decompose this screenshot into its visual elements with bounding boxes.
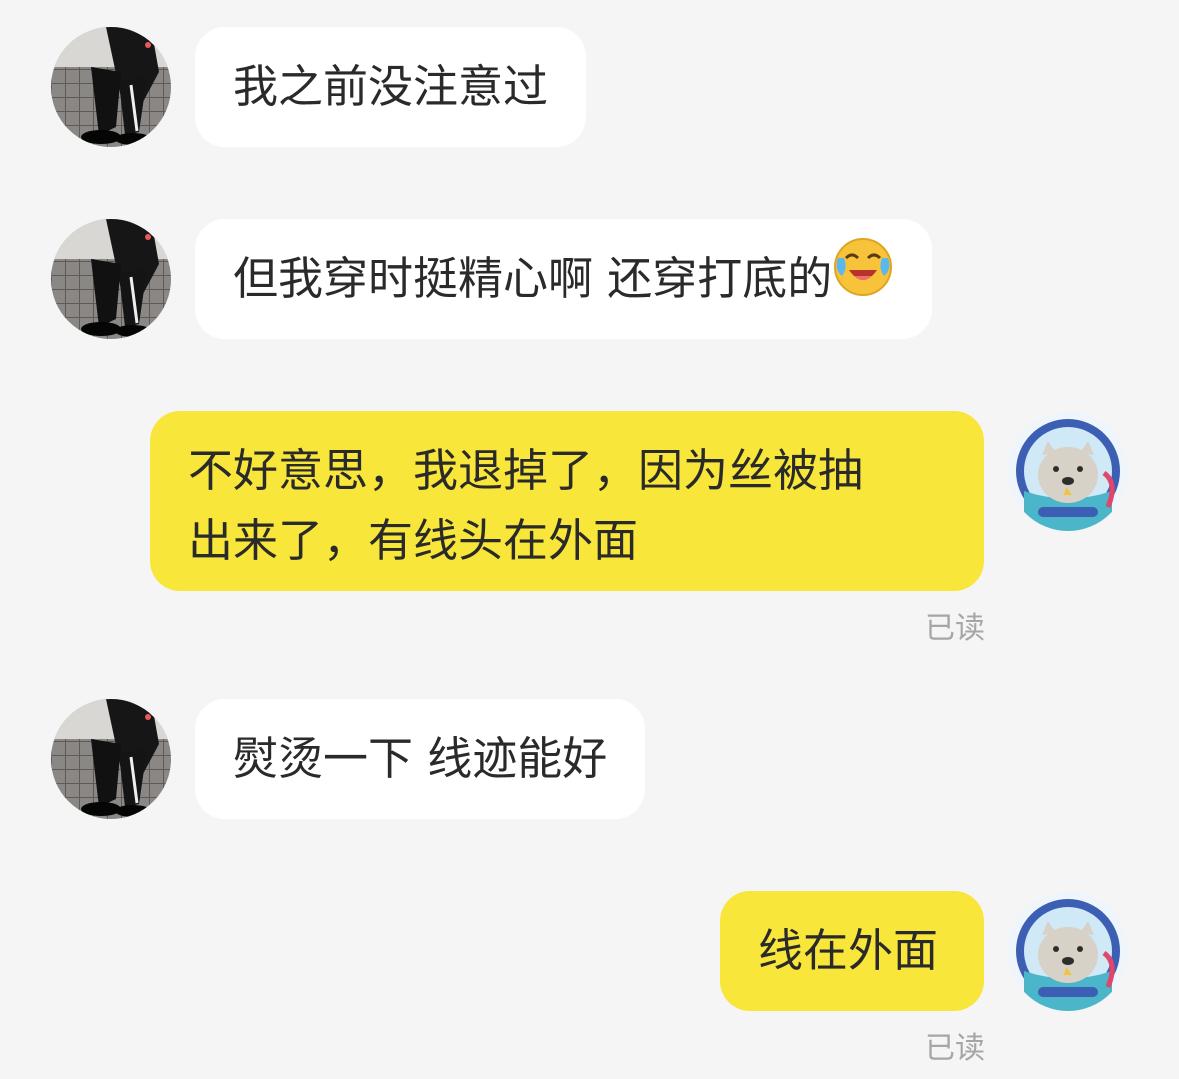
contact-avatar[interactable] xyxy=(51,27,171,147)
read-status: 已读 xyxy=(925,1031,985,1066)
message-text: 但我穿时挺精心啊 还穿打底的 xyxy=(233,252,833,305)
self-avatar[interactable] xyxy=(1008,891,1128,1011)
message-text: 我之前没注意过 xyxy=(233,60,549,113)
message-bubble-incoming[interactable]: 我之前没注意过 xyxy=(195,27,587,147)
message-bubble-outgoing[interactable]: 不好意思，我退掉了，因为丝被抽 出来了，有线头在外面 xyxy=(150,411,984,591)
message-text: 熨烫一下 线迹能好 xyxy=(233,732,608,785)
laughing-crying-emoji-icon xyxy=(832,236,894,318)
message-bubble-incoming[interactable]: 熨烫一下 线迹能好 xyxy=(195,699,646,819)
message-text: 线在外面 xyxy=(758,924,939,977)
self-avatar[interactable] xyxy=(1008,411,1128,531)
message-text-line: 不好意思，我退掉了，因为丝被抽 xyxy=(188,444,864,497)
message-bubble-incoming[interactable]: 但我穿时挺精心啊 还穿打底的 xyxy=(195,219,933,339)
message-text-line: 出来了，有线头在外面 xyxy=(188,514,639,567)
read-status: 已读 xyxy=(925,611,985,646)
message-bubble-outgoing[interactable]: 线在外面 xyxy=(720,891,984,1011)
contact-avatar[interactable] xyxy=(51,699,171,819)
contact-avatar[interactable] xyxy=(51,219,171,339)
